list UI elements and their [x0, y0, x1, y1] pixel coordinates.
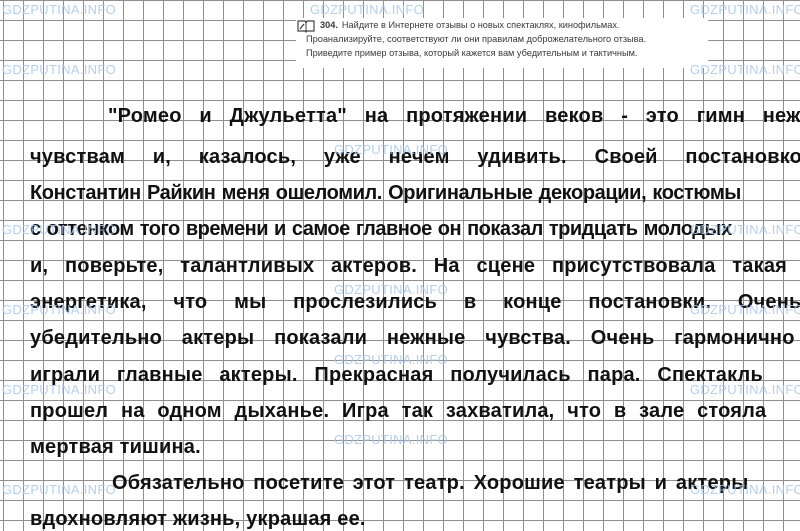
watermark: GDZPUTINA.INFO	[2, 482, 116, 497]
review-line: "Ромео и Джульетта" на протяжении веков …	[108, 105, 800, 127]
review-line: убедительно актеры показали нежные чувст…	[30, 327, 795, 349]
review-line: играли главные актеры. Прекрасная получи…	[30, 364, 763, 386]
task-header: 304. Найдите в Интернете отзывы о новых с…	[296, 18, 708, 68]
task-number: 304.	[320, 20, 338, 30]
watermark: GDZPUTINA.INFO	[690, 2, 800, 17]
watermark: GDZPUTINA.INFO	[2, 62, 116, 77]
review-line: мертвая тишина.	[30, 436, 201, 458]
watermark: GDZPUTINA.INFO	[310, 2, 424, 17]
watermark: GDZPUTINA.INFO	[2, 2, 116, 17]
review-line: вдохновляют жизнь, украшая ее.	[30, 508, 366, 530]
review-line: прошел на одном дыханье. Игра так захват…	[30, 400, 767, 422]
review-line: Константин Райкин меня ошеломил. Оригина…	[30, 182, 741, 204]
review-line: с оттенком того времени и самое главное …	[30, 218, 732, 240]
review-line: энергетика, что мы прослезились в конце …	[30, 291, 800, 313]
watermark: GDZPUTINA.INFO	[334, 432, 448, 447]
notebook-page: 304. Найдите в Интернете отзывы о новых с…	[0, 0, 800, 531]
review-line: Обязательно посетите этот театр. Хорошие…	[112, 472, 749, 494]
pencil-book-icon	[297, 20, 315, 33]
task-line-3: Приведите пример отзыва, который кажется…	[306, 48, 638, 58]
review-line: чувствам и, казалось, уже нечем удивить.…	[30, 146, 800, 168]
review-line: и, поверьте, талантливых актеров. На сце…	[30, 255, 788, 277]
task-line-1: 304. Найдите в Интернете отзывы о новых с…	[320, 20, 620, 30]
task-line-2: Проанализируйте, соответствуют ли они пр…	[306, 34, 647, 44]
